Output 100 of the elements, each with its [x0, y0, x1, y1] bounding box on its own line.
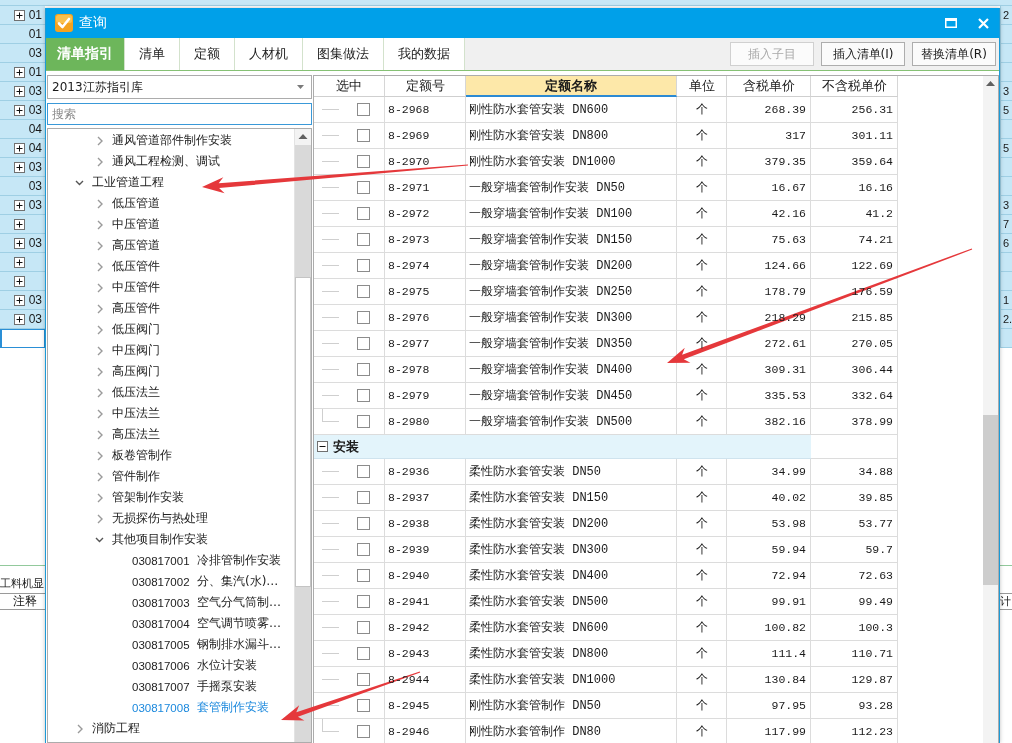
tree-item[interactable]: 高压阀门: [112, 363, 160, 380]
tree-item[interactable]: 高压法兰: [112, 426, 160, 443]
checkbox[interactable]: [357, 259, 370, 272]
tree-item[interactable]: 低压管道: [112, 195, 160, 212]
tab[interactable]: 我的数据: [384, 38, 465, 70]
checkbox[interactable]: [357, 389, 370, 402]
sheet-cell[interactable]: [0, 253, 45, 272]
chevron-right-icon[interactable]: [97, 492, 103, 503]
tab[interactable]: 清单: [125, 38, 180, 70]
chevron-down-icon[interactable]: [75, 179, 84, 186]
sheet-cell[interactable]: 03: [0, 44, 45, 63]
column-header[interactable]: 含税单价: [727, 76, 811, 97]
panel-tab[interactable]: 工料机显: [0, 577, 44, 593]
chevron-right-icon[interactable]: [97, 429, 103, 440]
checkbox[interactable]: [357, 363, 370, 376]
plus-box-icon[interactable]: [14, 256, 25, 268]
sheet-cell[interactable]: 03: [0, 196, 45, 215]
checkbox[interactable]: [357, 155, 370, 168]
tree-item[interactable]: 高压管道: [112, 237, 160, 254]
scrollbar[interactable]: [294, 129, 311, 742]
sheet-cell[interactable]: [0, 329, 45, 348]
tree-item[interactable]: 工业管道工程: [92, 174, 164, 191]
plus-box-icon[interactable]: [14, 199, 25, 211]
search-field[interactable]: 搜索: [47, 103, 312, 125]
checkbox[interactable]: [357, 543, 370, 556]
sheet-cell[interactable]: 04: [0, 120, 45, 139]
close-icon[interactable]: [978, 17, 989, 29]
library-dropdown[interactable]: 2013江苏指引库: [47, 75, 312, 99]
tree-item[interactable]: 通风管道部件制作安装: [112, 132, 232, 149]
tree-item[interactable]: 通风工程检测、调试: [112, 153, 220, 170]
column-header[interactable]: 单位: [677, 76, 727, 97]
checkbox[interactable]: [357, 181, 370, 194]
tree-item[interactable]: 其他项目制作安装: [112, 531, 208, 548]
group-header[interactable]: 安装: [314, 435, 811, 459]
sheet-cell[interactable]: 03: [0, 82, 45, 101]
plus-box-icon[interactable]: [14, 85, 25, 97]
tree-item[interactable]: 套管制作安装: [197, 699, 269, 716]
tree-item[interactable]: 分、集汽(水)…: [197, 573, 279, 590]
tree-item[interactable]: 中压法兰: [112, 405, 160, 422]
tree-item[interactable]: 低压管件: [112, 258, 160, 275]
sheet-cell[interactable]: 01: [0, 63, 45, 82]
tree-item[interactable]: 高压管件: [112, 300, 160, 317]
column-header[interactable]: 定额名称: [466, 76, 677, 97]
chevron-right-icon[interactable]: [97, 324, 103, 335]
tree-item[interactable]: 冷排管制作安装: [197, 552, 281, 569]
chevron-right-icon[interactable]: [97, 135, 103, 146]
minus-box-icon[interactable]: [317, 441, 328, 452]
caret-down-icon[interactable]: [297, 85, 304, 89]
checkbox[interactable]: [357, 285, 370, 298]
tree-item[interactable]: 中压管道: [112, 216, 160, 233]
checkbox[interactable]: [357, 517, 370, 530]
chevron-down-icon[interactable]: [95, 536, 104, 543]
plus-box-icon[interactable]: [14, 104, 25, 116]
sheet-cell[interactable]: 01: [0, 6, 45, 25]
tab[interactable]: 定额: [180, 38, 235, 70]
plus-box-icon[interactable]: [14, 66, 25, 78]
checkbox[interactable]: [357, 465, 370, 478]
maximize-icon[interactable]: [945, 18, 957, 28]
tab[interactable]: 图集做法: [303, 38, 384, 70]
sheet-cell[interactable]: [0, 272, 45, 291]
checkbox[interactable]: [357, 725, 370, 738]
chevron-right-icon[interactable]: [97, 387, 103, 398]
chevron-right-icon[interactable]: [97, 261, 103, 272]
chevron-right-icon[interactable]: [97, 513, 103, 524]
tab[interactable]: 人材机: [235, 38, 303, 70]
tree-item[interactable]: 消防工程: [92, 720, 140, 737]
plus-box-icon[interactable]: [14, 142, 25, 154]
plus-box-icon[interactable]: [14, 313, 25, 325]
tree-item[interactable]: 中压阀门: [112, 342, 160, 359]
checkbox[interactable]: [357, 129, 370, 142]
chevron-right-icon[interactable]: [97, 450, 103, 461]
toolbar-button[interactable]: 插入清单(I): [821, 42, 905, 66]
sheet-cell[interactable]: 01: [0, 25, 45, 44]
checkbox[interactable]: [357, 699, 370, 712]
tree-item[interactable]: 低压阀门: [112, 321, 160, 338]
tree-item[interactable]: 空气分气筒制…: [197, 594, 281, 611]
toolbar-button[interactable]: 替换清单(R): [912, 42, 996, 66]
column-header[interactable]: 不含税单价: [811, 76, 898, 97]
plus-box-icon[interactable]: [14, 161, 25, 173]
tree-item[interactable]: 低压法兰: [112, 384, 160, 401]
tree-item[interactable]: 管架制作安装: [112, 489, 184, 506]
tree-item[interactable]: 中压管件: [112, 279, 160, 296]
checkbox[interactable]: [357, 103, 370, 116]
plus-box-icon[interactable]: [14, 237, 25, 249]
column-header[interactable]: 选中: [314, 76, 385, 97]
sheet-cell[interactable]: 03: [0, 101, 45, 120]
chevron-right-icon[interactable]: [97, 198, 103, 209]
chevron-right-icon[interactable]: [97, 219, 103, 230]
checkbox[interactable]: [357, 233, 370, 246]
chevron-right-icon[interactable]: [77, 723, 83, 734]
tree-item[interactable]: 管件制作: [112, 468, 160, 485]
checkbox[interactable]: [357, 491, 370, 504]
chevron-right-icon[interactable]: [97, 366, 103, 377]
chevron-right-icon[interactable]: [97, 303, 103, 314]
tree-item[interactable]: 水位计安装: [197, 657, 257, 674]
chevron-right-icon[interactable]: [97, 240, 103, 251]
checkbox[interactable]: [357, 647, 370, 660]
chevron-right-icon[interactable]: [97, 471, 103, 482]
chevron-right-icon[interactable]: [97, 156, 103, 167]
tree-item[interactable]: 板卷管制作: [112, 447, 172, 464]
